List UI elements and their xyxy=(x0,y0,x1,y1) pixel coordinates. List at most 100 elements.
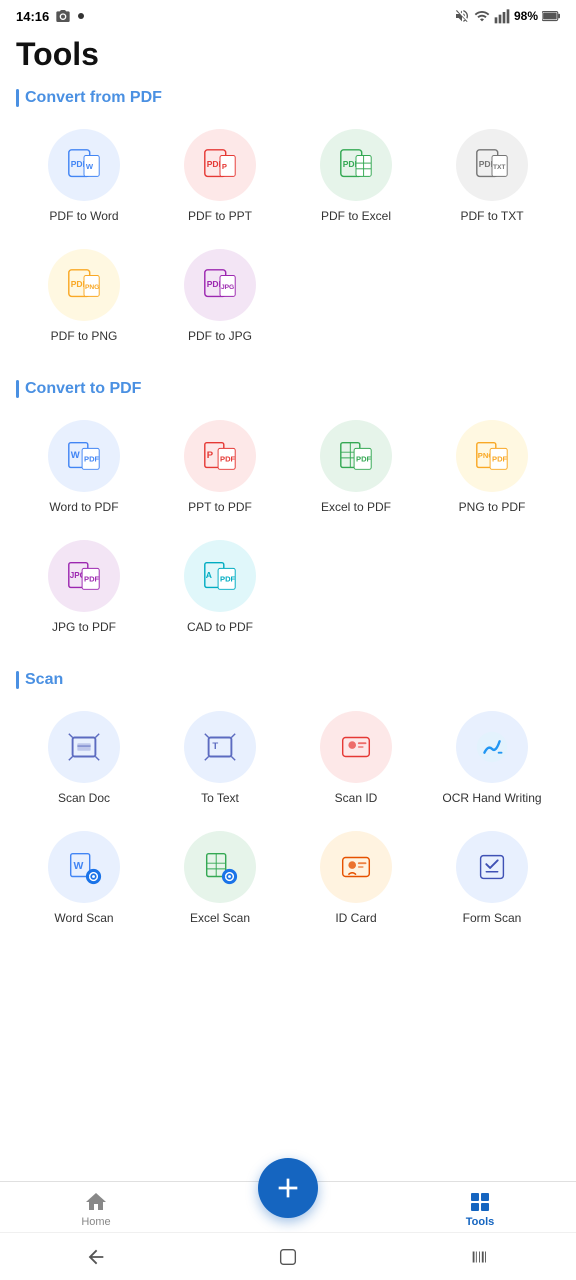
ocr-hand-writing-label: OCR Hand Writing xyxy=(442,791,541,807)
tool-jpg-to-pdf[interactable]: JPG PDF JPG to PDF xyxy=(16,532,152,648)
svg-text:PDF: PDF xyxy=(492,455,508,464)
svg-text:W: W xyxy=(86,162,94,171)
tool-excel-scan[interactable]: Excel Scan xyxy=(152,823,288,939)
tools-icon xyxy=(468,1190,492,1214)
tool-to-text[interactable]: T To Text xyxy=(152,703,288,819)
nav-home-label: Home xyxy=(81,1216,110,1228)
pdf-to-ppt-icon-wrap: PDF P xyxy=(184,129,256,201)
tool-pdf-to-jpg[interactable]: PDF JPG PDF to JPG xyxy=(152,241,288,357)
svg-text:W: W xyxy=(74,861,84,872)
tool-pdf-to-png[interactable]: PDF PNG PDF to PNG xyxy=(16,241,152,357)
convert-to-pdf-grid: W PDF Word to PDF P PDF PPT xyxy=(16,412,560,647)
tool-pdf-to-txt[interactable]: PDF TXT PDF to TXT xyxy=(424,121,560,237)
jpg-to-pdf-label: JPG to PDF xyxy=(52,620,116,636)
tool-pdf-to-excel[interactable]: PDF PDF to Excel xyxy=(288,121,424,237)
pdf-to-ppt-icon: PDF P xyxy=(201,146,239,184)
pdf-to-word-icon: PDF W xyxy=(65,146,103,184)
id-card-icon-wrap xyxy=(320,831,392,903)
cad-to-pdf-icon: A PDF xyxy=(201,557,239,595)
word-to-pdf-label: Word to PDF xyxy=(49,500,118,516)
ppt-to-pdf-icon-wrap: P PDF xyxy=(184,420,256,492)
tool-word-to-pdf[interactable]: W PDF Word to PDF xyxy=(16,412,152,528)
pdf-to-ppt-label: PDF to PPT xyxy=(188,209,252,225)
plus-icon xyxy=(272,1172,304,1204)
pdf-to-txt-icon: PDF TXT xyxy=(473,146,511,184)
word-to-pdf-icon-wrap: W PDF xyxy=(48,420,120,492)
scan-doc-icon xyxy=(65,728,103,766)
form-scan-label: Form Scan xyxy=(463,911,522,927)
svg-text:PNG: PNG xyxy=(85,283,99,290)
jpg-to-pdf-icon-wrap: JPG PDF xyxy=(48,540,120,612)
tool-form-scan[interactable]: Form Scan xyxy=(424,823,560,939)
svg-text:W: W xyxy=(71,450,80,461)
pdf-to-jpg-icon-wrap: PDF JPG xyxy=(184,249,256,321)
section-bar-3 xyxy=(16,671,19,689)
time: 14:16 xyxy=(16,9,49,24)
ocr-hand-writing-icon-wrap xyxy=(456,711,528,783)
pdf-to-word-icon-wrap: PDF W xyxy=(48,129,120,201)
scan-doc-label: Scan Doc xyxy=(58,791,110,807)
form-scan-icon-wrap xyxy=(456,831,528,903)
tool-scan-id[interactable]: Scan ID xyxy=(288,703,424,819)
android-nav-bar xyxy=(0,1232,576,1280)
section-convert-from-pdf: Convert from PDF PDF W PDF to Word xyxy=(0,89,576,372)
tool-ppt-to-pdf[interactable]: P PDF PPT to PDF xyxy=(152,412,288,528)
android-home-icon[interactable] xyxy=(277,1246,299,1268)
convert-from-pdf-grid: PDF W PDF to Word PDF P PDF xyxy=(16,121,560,356)
status-bar: 14:16 98% xyxy=(0,0,576,28)
nav-tools[interactable]: Tools xyxy=(440,1190,520,1228)
word-scan-icon: W xyxy=(65,848,103,886)
png-to-pdf-icon: PNG PDF xyxy=(473,437,511,475)
pdf-to-txt-icon-wrap: PDF TXT xyxy=(456,129,528,201)
tool-cad-to-pdf[interactable]: A PDF CAD to PDF xyxy=(152,532,288,648)
svg-text:P: P xyxy=(222,162,227,171)
tool-png-to-pdf[interactable]: PNG PDF PNG to PDF xyxy=(424,412,560,528)
battery-level: 98% xyxy=(514,9,538,23)
id-card-label: ID Card xyxy=(335,911,376,927)
pdf-to-jpg-label: PDF to JPG xyxy=(188,329,252,345)
to-text-icon: T xyxy=(201,728,239,766)
excel-scan-icon xyxy=(201,848,239,886)
word-scan-icon-wrap: W xyxy=(48,831,120,903)
tool-word-scan[interactable]: W Word Scan xyxy=(16,823,152,939)
id-card-icon xyxy=(337,848,375,886)
tool-pdf-to-word[interactable]: PDF W PDF to Word xyxy=(16,121,152,237)
excel-scan-icon-wrap xyxy=(184,831,256,903)
section-header-convert-to-pdf: Convert to PDF xyxy=(16,380,560,398)
pdf-to-jpg-icon: PDF JPG xyxy=(201,266,239,304)
scan-doc-icon-wrap xyxy=(48,711,120,783)
cad-to-pdf-label: CAD to PDF xyxy=(187,620,253,636)
tool-ocr-hand-writing[interactable]: OCR Hand Writing xyxy=(424,703,560,819)
tool-scan-doc[interactable]: Scan Doc xyxy=(16,703,152,819)
svg-text:PDF: PDF xyxy=(356,455,372,464)
nav-home[interactable]: Home xyxy=(56,1190,136,1228)
fab-add-button[interactable] xyxy=(258,1158,318,1218)
mute-icon xyxy=(454,8,470,24)
section-scan: Scan Scan Doc xyxy=(0,671,576,954)
home-icon xyxy=(84,1190,108,1214)
png-to-pdf-label: PNG to PDF xyxy=(459,500,526,516)
scan-id-icon xyxy=(337,728,375,766)
page-title: Tools xyxy=(0,28,576,89)
pdf-to-png-label: PDF to PNG xyxy=(51,329,118,345)
section-header-convert-from-pdf: Convert from PDF xyxy=(16,89,560,107)
pdf-to-png-icon-wrap: PDF PNG xyxy=(48,249,120,321)
svg-text:PDF: PDF xyxy=(220,455,236,464)
android-back-icon[interactable] xyxy=(85,1246,107,1268)
png-to-pdf-icon-wrap: PNG PDF xyxy=(456,420,528,492)
to-text-icon-wrap: T xyxy=(184,711,256,783)
svg-text:T: T xyxy=(212,741,218,752)
section-bar-2 xyxy=(16,380,19,398)
camera-icon xyxy=(55,8,71,24)
tool-excel-to-pdf[interactable]: PDF Excel to PDF xyxy=(288,412,424,528)
dot-icon xyxy=(77,12,85,20)
svg-text:JPG: JPG xyxy=(221,283,234,290)
word-scan-label: Word Scan xyxy=(54,911,113,927)
pdf-to-word-label: PDF to Word xyxy=(49,209,118,225)
jpg-to-pdf-icon: JPG PDF xyxy=(65,557,103,595)
android-recent-icon[interactable] xyxy=(469,1246,491,1268)
scan-id-icon-wrap xyxy=(320,711,392,783)
tool-pdf-to-ppt[interactable]: PDF P PDF to PPT xyxy=(152,121,288,237)
tool-id-card[interactable]: ID Card xyxy=(288,823,424,939)
svg-text:P: P xyxy=(207,450,214,461)
